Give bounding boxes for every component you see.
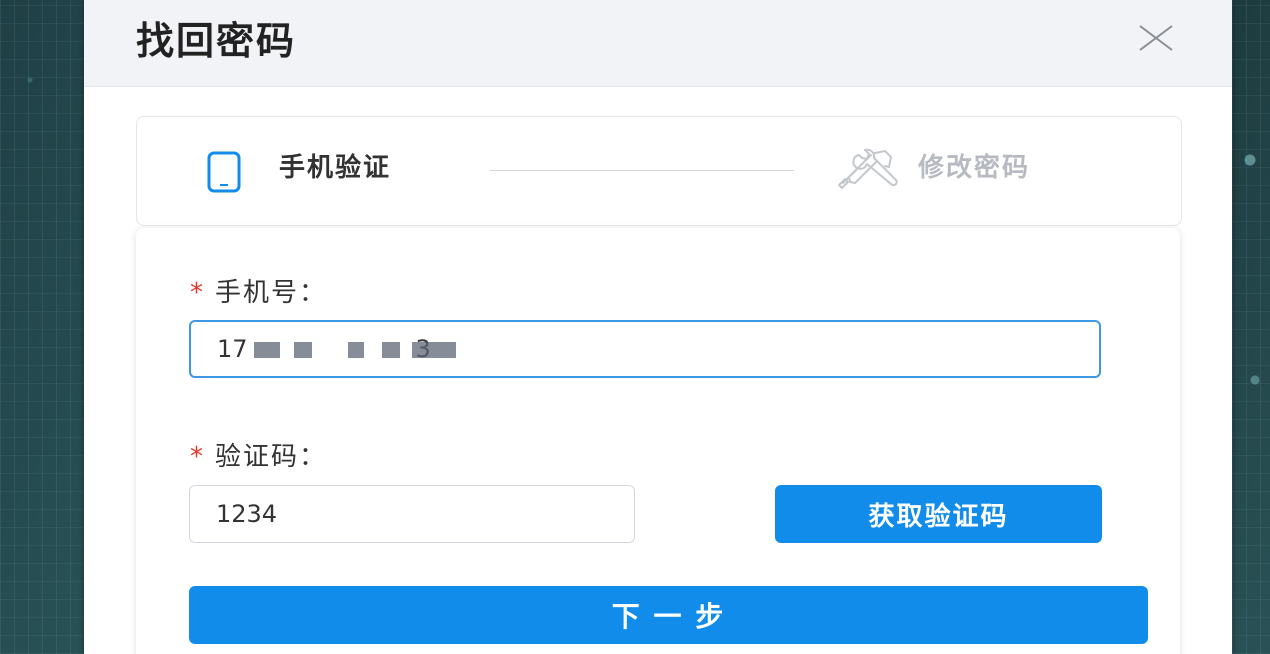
code-label: * 验证码： (190, 436, 327, 473)
step-change-password: 修改密码 (918, 153, 1031, 183)
find-password-dialog: 找回密码 手机验证 修改密码 * 手机号： 17 3 * 验证码： 1234 获… (84, 0, 1232, 654)
phone-label-text: 手机号： (215, 278, 328, 308)
code-label-text: 验证码： (215, 442, 328, 472)
step-indicator: 手机验证 修改密码 (136, 116, 1182, 226)
step-divider (490, 170, 794, 171)
phone-mask-block (294, 342, 312, 358)
verification-form: * 手机号： * 验证码： 获取验证码 下 一 步 (136, 228, 1180, 654)
phone-mask-block (382, 342, 400, 358)
get-verification-code-button[interactable]: 获取验证码 (775, 485, 1102, 543)
phone-mask-block (254, 342, 280, 358)
close-icon (1139, 25, 1173, 51)
mobile-phone-icon (207, 151, 243, 197)
step-phone-verify: 手机验证 (279, 153, 392, 183)
tools-icon (829, 147, 905, 195)
verification-code-input[interactable] (189, 485, 635, 543)
phone-mask-block (348, 342, 364, 358)
close-button[interactable] (1136, 20, 1176, 56)
next-step-button[interactable]: 下 一 步 (189, 586, 1148, 644)
required-mark: * (190, 442, 205, 472)
dialog-header: 找回密码 (84, 0, 1232, 87)
phone-label: * 手机号： (190, 272, 327, 309)
phone-input[interactable] (189, 320, 1101, 378)
required-mark: * (190, 278, 205, 308)
dialog-title: 找回密码 (136, 19, 297, 63)
phone-mask-block (412, 342, 456, 358)
